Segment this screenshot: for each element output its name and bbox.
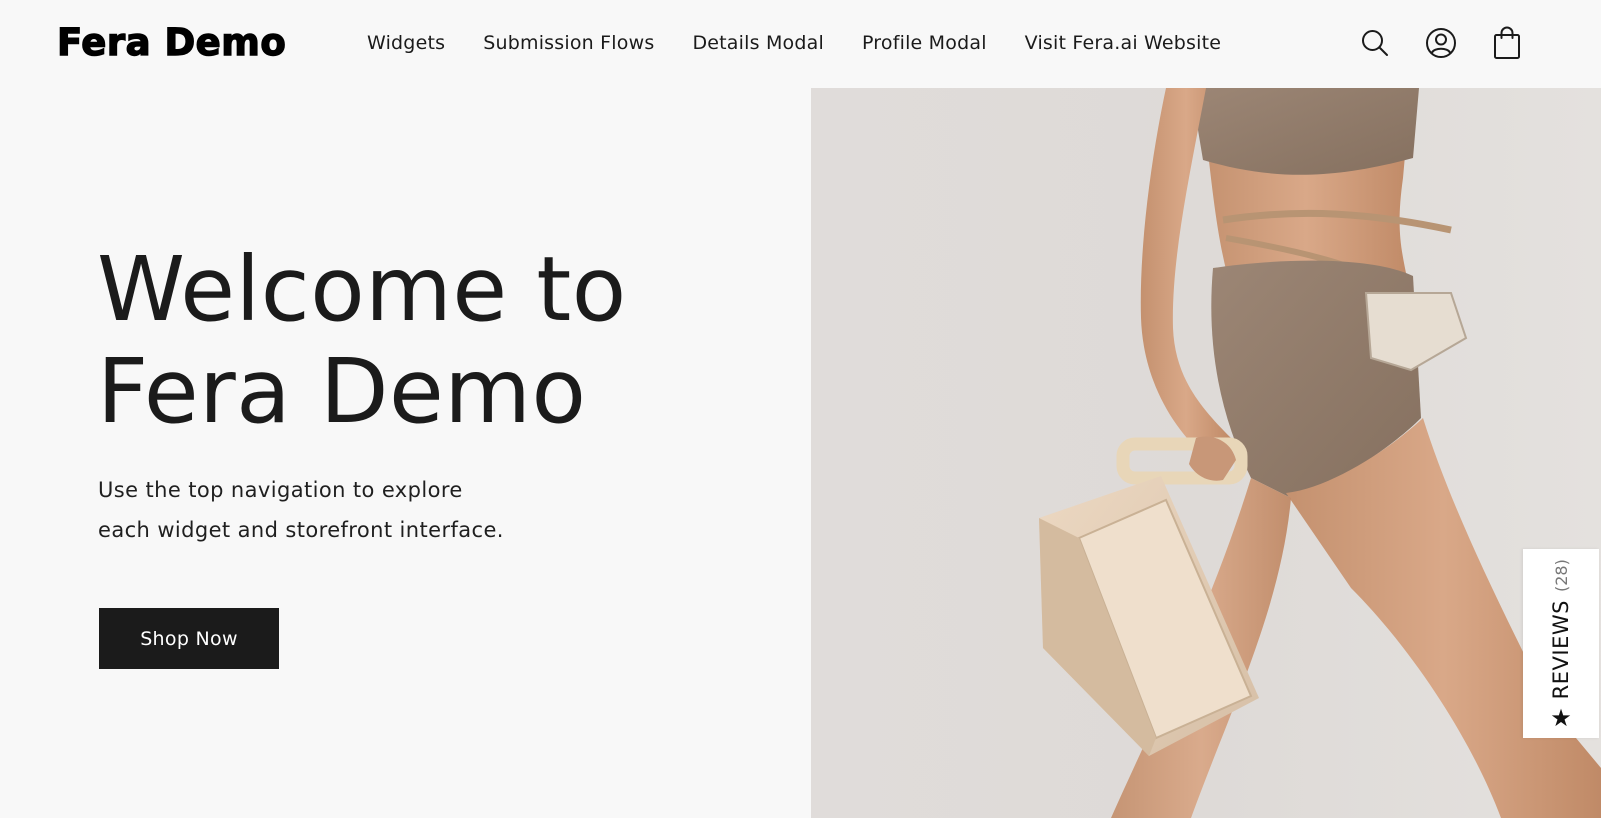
nav-item-visit-website[interactable]: Visit Fera.ai Website xyxy=(1025,30,1222,56)
main-nav: Widgets Submission Flows Details Modal P… xyxy=(367,30,1259,56)
header-icons xyxy=(1359,25,1523,61)
hero-subtitle-line-1: Use the top navigation to explore xyxy=(98,478,463,502)
nav-item-submission-flows[interactable]: Submission Flows xyxy=(483,30,654,56)
nav-item-profile-modal[interactable]: Profile Modal xyxy=(862,30,987,56)
hero-subtitle-line-2: each widget and storefront interface. xyxy=(98,518,504,542)
hero-section: Welcome to Fera Demo Use the top navigat… xyxy=(0,88,811,818)
reviews-tab-content: ★ REVIEWS (28) xyxy=(1547,558,1575,732)
reviews-label: REVIEWS xyxy=(1549,599,1573,699)
site-header: Fera Demo Widgets Submission Flows Detai… xyxy=(0,0,1601,88)
star-icon: ★ xyxy=(1550,703,1572,732)
hero-title: Welcome to Fera Demo xyxy=(97,238,797,442)
search-icon[interactable] xyxy=(1359,25,1391,61)
nav-item-details-modal[interactable]: Details Modal xyxy=(692,30,824,56)
reviews-count: (28) xyxy=(1551,558,1571,592)
hero-title-line-2: Fera Demo xyxy=(97,339,587,443)
cart-icon[interactable] xyxy=(1491,25,1523,61)
site-logo[interactable]: Fera Demo xyxy=(56,20,286,66)
account-icon[interactable] xyxy=(1425,25,1457,61)
hero-image xyxy=(811,88,1601,818)
shop-now-button[interactable]: Shop Now xyxy=(99,608,279,669)
reviews-tab[interactable]: ★ REVIEWS (28) xyxy=(1523,549,1599,738)
hero-title-line-1: Welcome to xyxy=(97,237,627,341)
hero-subtitle: Use the top navigation to explore each w… xyxy=(98,470,558,550)
nav-item-widgets[interactable]: Widgets xyxy=(367,30,445,56)
